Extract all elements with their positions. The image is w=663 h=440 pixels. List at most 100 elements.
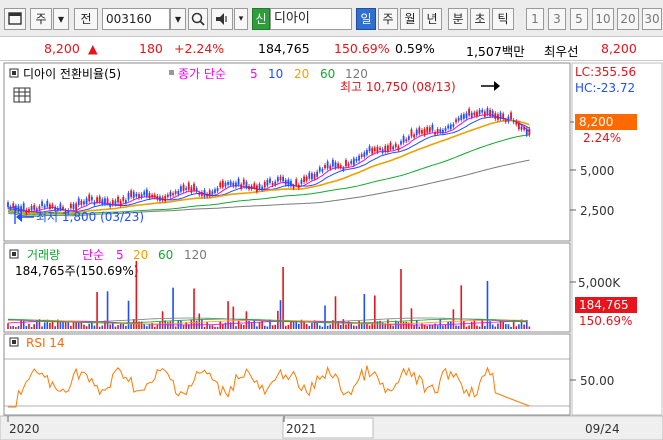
tab-tick[interactable]: 틱 (492, 8, 514, 30)
price-candle-body (185, 187, 188, 190)
volume-bar (345, 324, 347, 329)
price-candle-body (311, 173, 313, 180)
price-candle-body (436, 129, 439, 134)
volume-bar (174, 326, 177, 329)
price-candle-body (232, 182, 235, 187)
quote-row: 8,200 ▲ 180 +2.24% 184,765 150.69% 0.59%… (0, 38, 663, 61)
price-candle-body (151, 194, 153, 198)
interval-3[interactable]: 3 (548, 8, 566, 30)
price-candle-body (125, 200, 127, 203)
price-candle-body (206, 193, 209, 197)
volume-bar (96, 291, 98, 329)
volume-bar (486, 281, 489, 329)
stock-chart[interactable]: 디아이 전환비율(5) 종가 단순 5 10 20 60 120 최고 10,7… (0, 62, 663, 440)
volume-value-line: 184,765주(150.69%) (15, 264, 138, 278)
volume-bar (426, 325, 428, 329)
volume-bar (478, 326, 481, 329)
tab-month[interactable]: 월 (400, 8, 420, 30)
volume-bar (20, 319, 22, 329)
price-candle-body (287, 179, 290, 186)
volume-bar (505, 324, 507, 329)
tab-second[interactable]: 초 (470, 8, 490, 30)
time-label-2021: 2021 (286, 422, 317, 436)
volume-bar (125, 325, 127, 329)
interval-1[interactable]: 1 (526, 8, 544, 30)
stock-name-field[interactable]: 디아이 (270, 8, 352, 30)
price-candle-body (72, 203, 75, 209)
interval-10[interactable]: 10 (592, 8, 614, 30)
volume-bar (12, 325, 15, 329)
speaker-dropdown-icon[interactable]: ▾ (234, 8, 248, 30)
price-candle-body (85, 198, 88, 204)
price-candle-body (143, 191, 146, 196)
price-candle-body (253, 183, 256, 188)
price-candle-body (117, 196, 119, 203)
period-dropdown-icon[interactable]: ▾ (53, 8, 69, 30)
volume-bar (442, 325, 444, 329)
chart-type-label[interactable]: 전 (74, 8, 98, 30)
price-candle-body (381, 149, 384, 153)
volume-bar (127, 300, 130, 329)
speaker-icon[interactable] (211, 8, 233, 30)
volume-bar (321, 326, 324, 329)
price-candle-body (214, 189, 216, 193)
turnover-rate: 0.59% (395, 41, 435, 56)
tab-day[interactable]: 일 (356, 8, 376, 30)
volume-bar (198, 313, 201, 329)
volume-bar (468, 325, 470, 329)
price-candle-body (339, 165, 342, 168)
price-candle-body (98, 196, 101, 202)
price-candle-body (211, 191, 214, 195)
price-candle-body (297, 184, 300, 188)
volume-bar (159, 321, 161, 329)
volume-bar (470, 321, 473, 329)
price-candle-body (49, 204, 51, 210)
window-icon[interactable] (4, 8, 26, 30)
tab-week[interactable]: 주 (378, 8, 398, 30)
volume-bar (28, 323, 30, 329)
volume-tag-value: 184,765 (579, 298, 629, 312)
volume-axis-tick: 5,000K (578, 276, 621, 290)
search-icon[interactable] (188, 8, 208, 30)
price-candle-body (497, 114, 499, 120)
current-price: 8,200 (44, 41, 80, 56)
tab-minute[interactable]: 분 (448, 8, 468, 30)
rsi-title: RSI 14 (26, 336, 65, 350)
volume-bar (271, 325, 274, 329)
price-candle-body (525, 128, 528, 135)
period-select[interactable]: 주 (30, 8, 52, 30)
volume-bar (334, 296, 337, 329)
price-candle-body (221, 180, 224, 188)
interval-30[interactable]: 30 (642, 8, 662, 30)
price-candle-body (159, 196, 161, 201)
price-candle-body (258, 184, 261, 189)
price-candle-body (387, 145, 389, 152)
stock-code-input[interactable]: 003160 (102, 8, 170, 30)
price-candle-body (518, 122, 520, 130)
table-icon[interactable] (13, 87, 31, 103)
volume-bar (476, 325, 478, 329)
market-badge: 신 (252, 8, 270, 30)
code-dropdown-icon[interactable]: ▾ (170, 8, 186, 30)
volume-bar (353, 325, 355, 329)
hc-value: HC:-23.72 (575, 81, 635, 95)
price-candle-body (363, 152, 366, 157)
tab-year[interactable]: 년 (422, 8, 442, 30)
price-candle-body (250, 185, 253, 190)
volume-bar (410, 308, 413, 329)
volume-bar (515, 326, 518, 329)
volume-bar (9, 326, 12, 329)
volume-bar (17, 326, 20, 329)
price-candle-body (447, 125, 450, 129)
price-candle-body (22, 203, 25, 210)
price-candle-body (276, 177, 279, 182)
low-price-note: 최저 1,800 (03/23) (36, 210, 144, 224)
price-candle-body (43, 205, 46, 208)
interval-20[interactable]: 20 (617, 8, 639, 30)
interval-5[interactable]: 5 (570, 8, 588, 30)
volume-bar (208, 325, 211, 329)
volume-bar (502, 321, 504, 329)
price-candle-body (269, 178, 271, 183)
ma-label: 종가 단순 (178, 67, 226, 81)
volume-bar (413, 324, 415, 329)
